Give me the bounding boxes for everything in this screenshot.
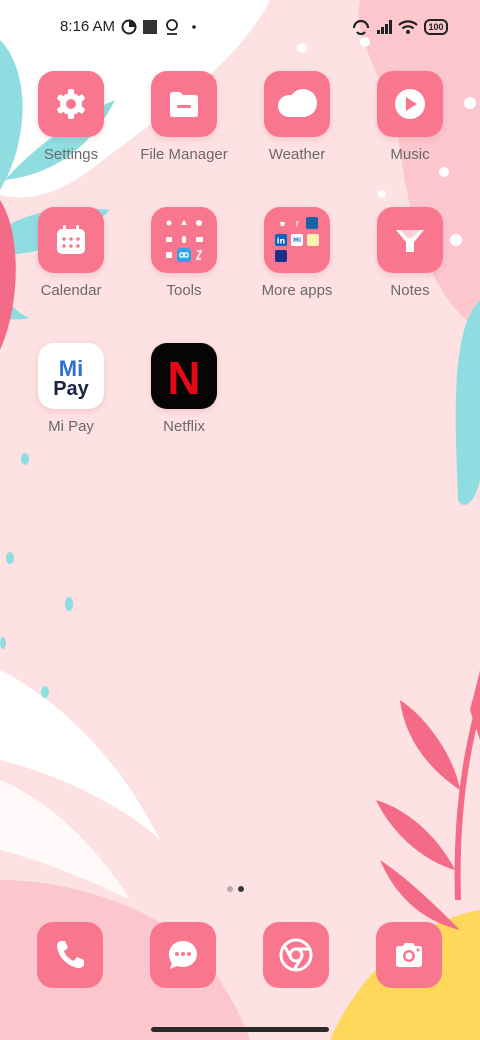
netflix-logo: N [151,343,217,409]
app-label: Weather [268,146,326,163]
app-netflix[interactable]: N Netflix [129,343,239,435]
dot-icon [192,25,196,29]
svg-text:Mi: Mi [293,237,301,244]
camera-icon [396,943,422,967]
mi-pay-logo: Mi Pay [38,343,104,409]
signal-icon [377,20,392,34]
play-icon [377,71,443,137]
app-settings[interactable]: Settings [16,71,126,163]
netflix-logo-letter: N [167,352,200,400]
app-mi-pay[interactable]: Mi Pay Mi Pay [16,343,126,435]
app-file-manager[interactable]: File Manager [129,71,239,163]
app-calendar[interactable]: Calendar [16,207,126,299]
page-dot-2 [238,886,244,892]
mi-pay-logo-bottom: Pay [53,378,89,400]
app-weather[interactable]: Weather [242,71,352,163]
chrome-icon [279,938,313,972]
wifi-icon [398,20,418,34]
dock-chrome[interactable] [263,922,329,988]
location-pin-icon [166,19,178,35]
app-music[interactable]: Music [355,71,465,163]
phone-icon [57,941,84,968]
square-notification-icon [143,20,157,34]
app-label: Notes [390,282,430,299]
app-label: Settings [43,146,99,163]
folder-icon [151,71,217,137]
gear-icon [38,71,104,137]
app-label: Tools [166,282,202,299]
dock-messages[interactable] [150,922,216,988]
app-label: More apps [261,282,333,299]
calendar-icon [38,207,104,273]
hotspot-icon [352,19,370,36]
tools-folder-icon [151,207,217,273]
dock-phone[interactable] [37,922,103,988]
battery-icon: 100 [424,19,448,35]
data-saver-icon [121,19,137,35]
page-dot-1 [227,886,233,892]
app-label: Calendar [40,282,102,299]
app-label: Mi Pay [48,418,94,435]
app-label: Music [390,146,430,163]
funnel-note-icon [377,207,443,273]
app-label: Netflix [163,418,205,435]
clock: 8:16 AM [60,18,116,35]
apps-folder-icon: f in Mi [264,207,330,273]
app-more-apps[interactable]: f in Mi More apps [242,207,352,299]
app-tools[interactable]: Tools [129,207,239,299]
cloud-icon [264,71,330,137]
app-notes[interactable]: Notes [355,207,465,299]
message-icon [169,941,197,969]
svg-text:in: in [277,237,286,246]
gesture-home-bar[interactable] [151,1027,329,1032]
dock-camera[interactable] [376,922,442,988]
svg-text:f: f [296,220,299,229]
page-indicator [227,879,249,897]
app-label: File Manager [140,146,228,163]
status-bar: 8:16 AM 100 [0,0,480,56]
